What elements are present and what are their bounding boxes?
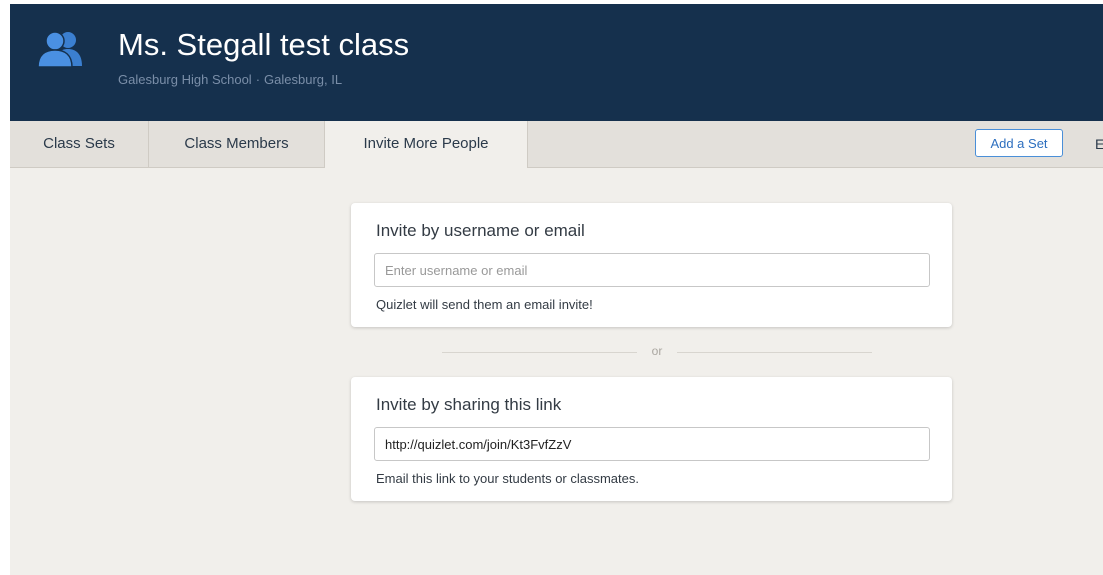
class-title: Ms. Stegall test class [118, 27, 410, 62]
subtitle-separator: · [255, 72, 261, 87]
tab-invite-more-people[interactable]: Invite More People [324, 121, 528, 168]
add-set-button[interactable]: Add a Set [975, 129, 1063, 157]
divider-line-right [677, 352, 872, 353]
invite-username-title: Invite by username or email [376, 221, 585, 240]
invite-link-hint: Email this link to your students or clas… [376, 471, 639, 486]
school-name[interactable]: Galesburg High School [118, 72, 252, 87]
class-subtitle: Galesburg High School · Galesburg, IL [118, 72, 342, 87]
join-link-field[interactable] [374, 427, 930, 461]
divider-label: or [651, 344, 663, 358]
username-email-input[interactable] [374, 253, 930, 287]
class-header: Ms. Stegall test class Galesburg High Sc… [10, 4, 1103, 121]
tab-class-members[interactable]: Class Members [149, 121, 325, 167]
class-group-icon [37, 31, 82, 68]
school-location: Galesburg, IL [264, 72, 343, 87]
app-window: Ms. Stegall test class Galesburg High Sc… [10, 4, 1103, 575]
invite-username-hint: Quizlet will send them an email invite! [376, 297, 593, 312]
edit-button[interactable]: E [1095, 121, 1103, 167]
or-divider: or [442, 342, 872, 362]
invite-link-card: Invite by sharing this link Email this l… [351, 377, 952, 501]
class-tabs: Class Sets Class Members Invite More Peo… [10, 121, 1103, 168]
invite-link-title: Invite by sharing this link [376, 395, 562, 414]
tab-class-sets[interactable]: Class Sets [10, 121, 149, 167]
invite-username-card: Invite by username or email Quizlet will… [351, 203, 952, 327]
